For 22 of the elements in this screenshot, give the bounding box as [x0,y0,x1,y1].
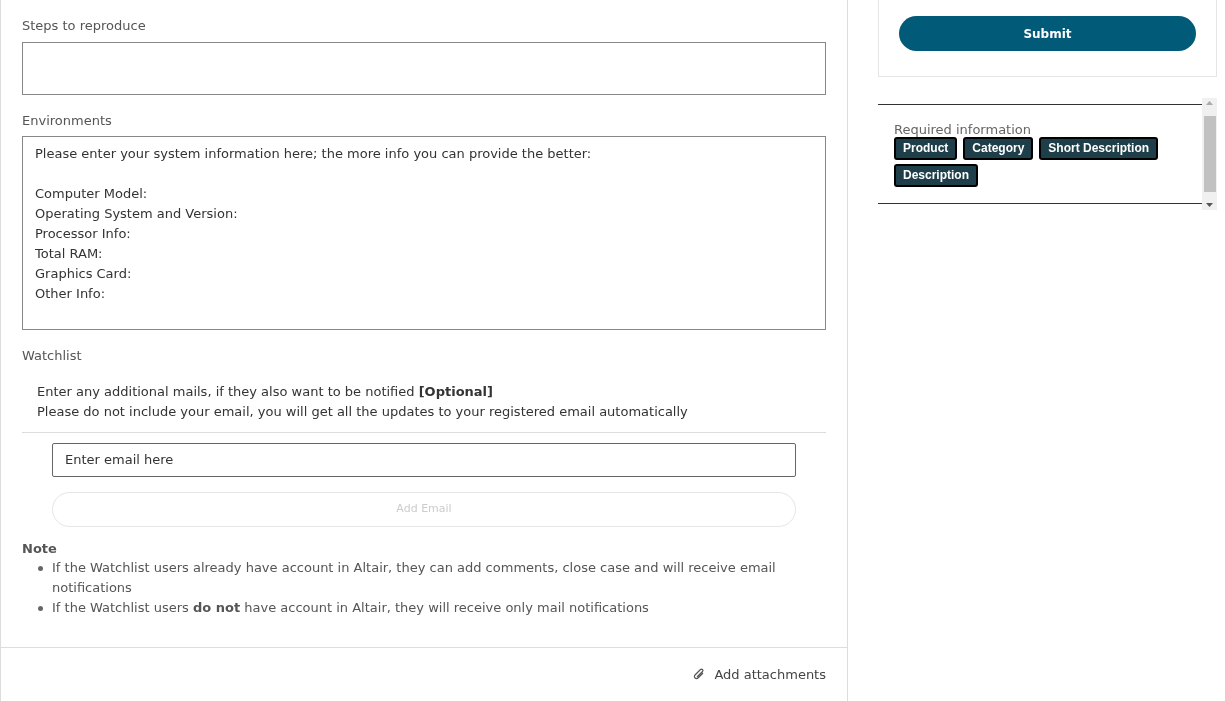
info-text: Enter any additional mails, if they also want to be notified [Optional] [37,382,494,401]
required-tag: Description [894,164,978,187]
info-text: Please do not include your email, you will get all the updates to your registered email automatically [37,402,689,421]
add-attachments-link[interactable]: Add attachments [714,664,826,685]
field-label: Environments [22,111,113,130]
required-tag: Category [963,137,1034,160]
submit-button[interactable]: Submit [899,16,1196,51]
scrollbar-thumb[interactable] [1203,116,1216,192]
required-tag: Product [894,137,958,160]
required-tag: Short Description [1039,137,1159,160]
email-field[interactable]: Enter email here [52,442,796,477]
required-info-title: Required information [894,122,1033,137]
field-label: Steps to reproduce [22,17,147,35]
steps-field[interactable] [22,41,826,95]
scrollbar[interactable] [1202,98,1217,210]
note-title: Note [22,539,58,558]
environments-field[interactable]: Please enter your system information here; the more info you can provide the better: Computer Model: Operating System and Version: Processor Info: Total RAM: Graphics Card: Other Info: [22,136,826,330]
note-text: If the Watchlist users do not have account in Altair, they will receive only mail notifications [52,599,649,617]
scroll-down-icon[interactable] [1206,203,1213,207]
field-label: Watchlist [22,347,83,365]
scroll-up-icon[interactable] [1206,101,1213,105]
paperclip-icon [692,667,707,682]
